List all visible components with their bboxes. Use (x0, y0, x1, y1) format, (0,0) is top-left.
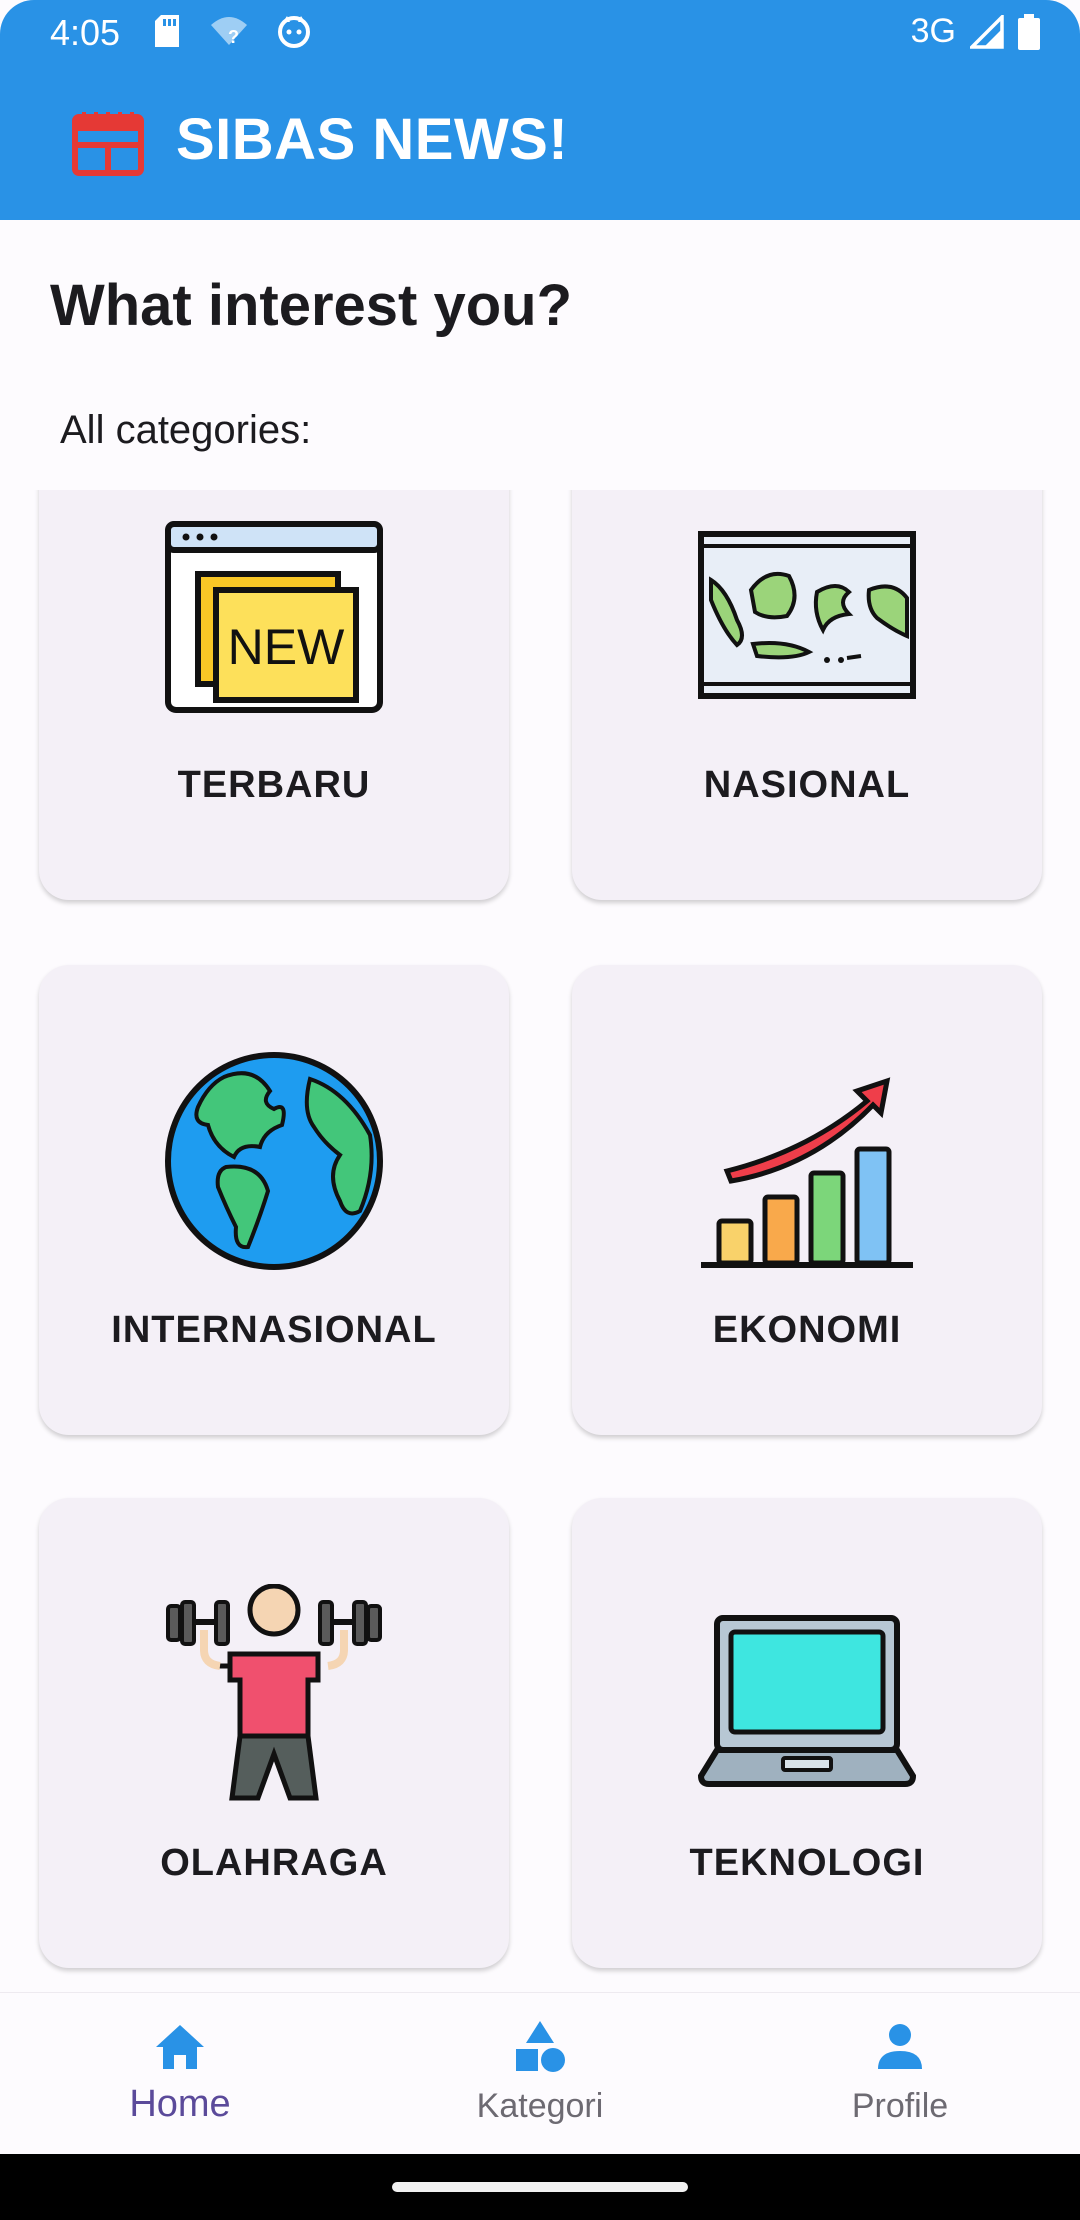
nav-item-home[interactable]: Home (0, 1993, 360, 2155)
category-label: NASIONAL (703, 764, 911, 806)
gesture-bar (0, 2154, 1080, 2220)
laptop-icon (697, 1615, 917, 1787)
network-type: 3G (910, 12, 956, 50)
wifi-question-icon: ? (211, 17, 247, 47)
category-grid: NEW TERBARU NASIONAL INTERNASIONAL EKONO… (0, 490, 1080, 1990)
category-label: TERBARU (177, 764, 371, 806)
category-card-terbaru[interactable]: NEW TERBARU (39, 490, 509, 900)
status-icons-right: 3G (911, 12, 1040, 51)
category-card-ekonomi[interactable]: EKONOMI (572, 965, 1042, 1435)
nav-label-kategori: Kategori (476, 2087, 604, 2125)
nav-label-profile: Profile (851, 2087, 949, 2125)
bottom-navigation: Home Kategori Profile (0, 1992, 1080, 2154)
category-label: TEKNOLOGI (689, 1842, 925, 1884)
weightlifter-icon (166, 1584, 382, 1801)
categories-subheading: All categories: (60, 408, 312, 452)
svg-text:?: ? (228, 27, 239, 47)
status-icons-left: ? (155, 14, 311, 48)
category-label: OLAHRAGA (160, 1842, 388, 1884)
newspaper-icon (72, 112, 144, 176)
category-card-nasional[interactable]: NASIONAL (572, 490, 1042, 900)
cat-icon (278, 16, 310, 48)
indonesia-map-icon (698, 531, 916, 699)
app-bar: SIBAS NEWS! (0, 90, 1080, 190)
screen: 4:05 ? 3G SIBAS NEWS! What interest you?… (0, 0, 1080, 2220)
person-icon (878, 2024, 922, 2069)
category-card-teknologi[interactable]: TEKNOLOGI (572, 1498, 1042, 1968)
sd-card-icon (155, 15, 179, 47)
new-badge-icon: NEW (165, 521, 383, 713)
page-heading: What interest you? (50, 273, 573, 338)
app-title: SIBAS NEWS! (176, 107, 569, 172)
category-card-internasional[interactable]: INTERNASIONAL (39, 965, 509, 1435)
category-label: EKONOMI (712, 1309, 902, 1351)
home-gesture-handle[interactable] (392, 2182, 688, 2192)
nav-item-profile[interactable]: Profile (720, 1993, 1080, 2155)
status-bar: 4:05 ? 3G (0, 0, 1080, 66)
category-label: INTERNASIONAL (111, 1309, 437, 1351)
growth-chart-icon (701, 1077, 913, 1268)
status-time: 4:05 (50, 12, 121, 53)
globe-icon (165, 1052, 383, 1270)
top-bar: 4:05 ? 3G SIBAS NEWS! (0, 0, 1080, 220)
svg-text:NEW: NEW (228, 619, 345, 675)
home-icon (156, 2025, 204, 2069)
shapes-icon (516, 2021, 565, 2072)
nav-label-home: Home (129, 2083, 231, 2125)
category-card-olahraga[interactable]: OLAHRAGA (39, 1498, 509, 1968)
signal-icon (970, 14, 1004, 49)
nav-item-kategori[interactable]: Kategori (360, 1993, 720, 2155)
battery-icon (1018, 13, 1040, 50)
